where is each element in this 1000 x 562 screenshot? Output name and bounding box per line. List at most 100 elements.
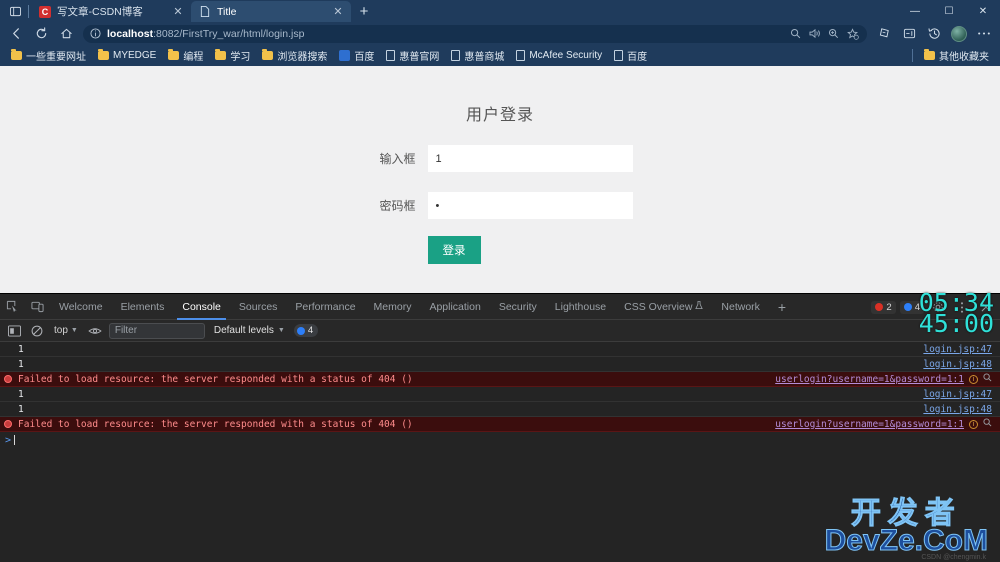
inspect-element-icon[interactable] [0,294,25,320]
devtools-tab-performance[interactable]: Performance [286,294,364,320]
browser-essentials-icon[interactable] [897,24,921,44]
console-row-error[interactable]: Failed to load resource: the server resp… [0,372,1000,387]
bookmarks-bar: 一些重要网址 MYEDGE 编程 学习 浏览器搜索 百度 惠普官网 惠普商城 M… [0,45,1000,66]
watermark-subtext: CSDN @chengmin.k [921,554,986,561]
submit-button-wrap: 登录 [427,236,633,264]
console-filter-input[interactable]: Filter [108,322,205,339]
device-toolbar-icon[interactable] [25,294,50,320]
console-message-list[interactable]: 1 login.jsp:47 1 login.jsp:48 Failed to … [0,342,1000,562]
browser-tab-2[interactable]: Title ✕ [191,1,351,22]
tab-close-icon[interactable]: ✕ [331,5,345,19]
info-circle-icon[interactable] [89,28,101,40]
tab-label: Console [182,300,221,313]
console-row[interactable]: 1 login.jsp:47 [0,387,1000,402]
tab-separator [28,5,29,18]
read-aloud-icon[interactable] [806,26,823,42]
devtools-tab-security[interactable]: Security [490,294,546,320]
devtools-tab-elements[interactable]: Elements [112,294,174,320]
console-sidebar-icon[interactable] [6,322,23,339]
browser-tab-1[interactable]: C 写文章-CSDN博客 ✕ [31,1,191,22]
address-bar[interactable]: localhost:8082/FirstTry_war/html/login.j… [83,24,867,43]
devtools-tab-network[interactable]: Network [712,294,769,320]
maximize-button[interactable]: ☐ [932,0,966,22]
source-link[interactable]: login.jsp:48 [923,359,992,370]
browser-chrome: C 写文章-CSDN博客 ✕ Title ✕ + — ☐ ✕ localhost… [0,0,1000,66]
password-input[interactable]: • [427,192,633,219]
tab-label: Sources [238,300,278,313]
console-row[interactable]: 1 login.jsp:47 [0,342,1000,357]
console-info-badge[interactable]: 4 [293,324,319,337]
bookmark-item[interactable]: 浏览器搜索 [257,47,332,64]
console-prompt[interactable]: > [0,432,1000,448]
bookmark-item[interactable]: 编程 [163,47,208,64]
username-input[interactable]: 1 [427,145,633,172]
console-message: 1 [18,403,24,415]
error-icon [4,420,12,428]
devtools-tab-lighthouse[interactable]: Lighthouse [546,294,615,320]
close-window-button[interactable]: ✕ [966,0,1000,22]
clear-console-icon[interactable] [28,322,45,339]
home-button[interactable] [54,24,78,44]
bookmark-item[interactable]: 百度 [334,47,379,64]
bookmark-label: 惠普商城 [464,52,505,63]
devtools-tab-console[interactable]: Console [173,294,230,320]
back-button[interactable] [4,24,28,44]
source-link[interactable]: login.jsp:48 [923,404,992,415]
bookmark-item[interactable]: 惠普商城 [446,47,509,64]
devtools-tab-sources[interactable]: Sources [230,294,287,320]
tab-label: Network [721,300,760,313]
row-tail: login.jsp:48 [923,359,992,370]
live-expression-icon[interactable] [87,322,104,339]
zoom-icon[interactable] [825,26,842,42]
bookmark-label: 浏览器搜索 [277,52,328,63]
console-row[interactable]: 1 login.jsp:48 [0,357,1000,372]
console-row-error[interactable]: Failed to load resource: the server resp… [0,417,1000,432]
bookmark-label: 百度 [354,52,375,63]
bookmark-item[interactable]: McAfee Security [511,49,607,62]
login-button[interactable]: 登录 [427,236,481,264]
close-icon[interactable] [976,297,996,317]
settings-more-icon[interactable] [972,24,996,44]
devtools-tab-css-overview[interactable]: CSS Overview [615,294,712,320]
info-circle-icon[interactable]: i [969,419,978,429]
bookmark-item[interactable]: 百度 [609,47,652,64]
bookmark-label: 编程 [183,52,204,63]
bookmark-item[interactable]: MYEDGE [93,49,161,62]
bookmark-label: McAfee Security [529,50,603,61]
info-circle-icon[interactable]: i [969,374,978,384]
source-link[interactable]: userlogin?username=1&password=1:1 [775,374,964,385]
log-levels-dropdown[interactable]: Default levels ▼ [214,325,285,336]
error-count: 2 [886,301,892,313]
tab-close-icon[interactable]: ✕ [171,5,185,19]
source-link[interactable]: login.jsp:47 [923,389,992,400]
collections-icon[interactable] [872,24,896,44]
tab-search-icon[interactable] [4,0,26,22]
console-row[interactable]: 1 login.jsp:48 [0,402,1000,417]
devtools-tab-welcome[interactable]: Welcome [50,294,112,320]
new-tab-button[interactable]: + [351,1,377,22]
execution-context-dropdown[interactable]: top ▼ [50,324,82,337]
other-favorites-button[interactable]: 其他收藏夹 [919,47,994,64]
add-panel-button[interactable]: + [769,294,795,320]
favorite-icon[interactable] [844,26,861,42]
search-icon[interactable] [983,418,992,430]
devtools-tab-memory[interactable]: Memory [365,294,421,320]
error-count-badge[interactable]: 2 [871,300,896,314]
devtools-tab-application[interactable]: Application [420,294,489,320]
gear-icon[interactable] [928,297,948,317]
bookmark-item[interactable]: 学习 [210,47,255,64]
info-count-badge[interactable]: 4 [899,300,924,314]
search-icon[interactable] [787,26,804,42]
refresh-button[interactable] [29,24,53,44]
source-link[interactable]: userlogin?username=1&password=1:1 [775,419,964,430]
url-path: :8082/FirstTry_war/html/login.jsp [153,27,305,40]
more-vertical-icon[interactable] [952,297,972,317]
bookmark-item[interactable]: 惠普官网 [381,47,444,64]
bookmark-item[interactable]: 一些重要网址 [6,47,91,64]
history-icon[interactable] [922,24,946,44]
profile-avatar[interactable] [947,24,971,44]
source-link[interactable]: login.jsp:47 [923,344,992,355]
error-icon [4,375,12,383]
minimize-button[interactable]: — [898,0,932,22]
search-icon[interactable] [983,373,992,385]
